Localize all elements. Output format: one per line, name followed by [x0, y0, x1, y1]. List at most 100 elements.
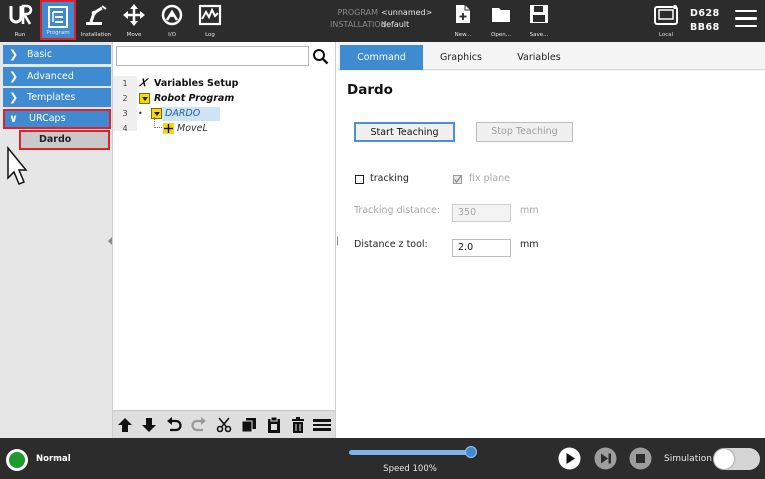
step-button: [594, 447, 617, 470]
tracking-label: tracking: [370, 173, 409, 184]
undo-icon[interactable]: [166, 417, 182, 433]
line-number: 4: [122, 124, 128, 133]
nav-log-button[interactable]: Log: [192, 0, 228, 40]
installation-icon: [86, 5, 107, 25]
local-control-button[interactable]: Local: [650, 4, 682, 40]
new-file-icon: [456, 5, 470, 23]
speed-slider[interactable]: [349, 450, 475, 455]
tracking-distance-label: Tracking distance:: [354, 205, 441, 216]
open-file-button[interactable]: Open...: [484, 0, 518, 40]
stop-button: [629, 447, 652, 470]
copy-icon[interactable]: [241, 417, 257, 433]
tree-node-label: DARDO: [165, 108, 201, 119]
suppress-icon[interactable]: [313, 417, 331, 433]
tree-search-input[interactable]: [116, 46, 309, 66]
nav-move-label: Move: [126, 32, 142, 38]
distance-z-label: Distance z tool:: [354, 239, 428, 250]
tree-row-variables-setup[interactable]: 1 𝑋 Variables Setup: [113, 76, 335, 91]
tree-connector: [154, 117, 162, 128]
line-number: 1: [122, 79, 128, 88]
category-templates[interactable]: ❯ Templates: [3, 88, 111, 107]
category-advanced[interactable]: ❯ Advanced: [3, 67, 111, 86]
nav-installation-button[interactable]: Installation: [78, 0, 114, 40]
tracking-checkbox[interactable]: [355, 175, 364, 184]
program-node-icon: [139, 93, 150, 104]
category-urcaps-label: URCaps: [29, 113, 66, 124]
robot-serials: D628 BB68: [690, 7, 720, 35]
category-templates-label: Templates: [27, 92, 76, 103]
distance-z-unit: mm: [520, 239, 539, 250]
local-label: Local: [658, 32, 674, 38]
serial-2: BB68: [690, 22, 720, 33]
cut-icon[interactable]: [216, 417, 232, 433]
paste-icon[interactable]: [266, 417, 282, 433]
fix-plane-label: fix plane: [469, 173, 510, 184]
chevron-down-icon: ∨: [9, 112, 18, 125]
nav-installation-label: Installation: [80, 32, 112, 38]
program-tree-panel: 1 𝑋 Variables Setup 2 Robot Program 3 • …: [112, 42, 336, 438]
urcap-item-dardo-label: Dardo: [39, 134, 72, 145]
tree-row-robot-program[interactable]: 2 Robot Program: [113, 91, 335, 106]
command-content: Dardo Start Teaching Stop Teaching track…: [338, 71, 765, 438]
tree-node-label: Variables Setup: [154, 78, 239, 89]
category-basic[interactable]: ❯ Basic: [3, 45, 111, 64]
tree-node-label: Robot Program: [154, 93, 235, 104]
delete-icon[interactable]: [290, 417, 306, 433]
nav-run-label: Run: [14, 32, 26, 38]
new-file-button[interactable]: New...: [446, 0, 480, 40]
installation-key: INSTALLATION: [330, 20, 387, 29]
checkmark-icon: [453, 175, 462, 184]
simulation-toggle[interactable]: [713, 448, 760, 470]
play-button[interactable]: [558, 447, 581, 470]
line-number: 2: [122, 94, 128, 103]
installation-name: default: [381, 20, 410, 29]
tree-toolbar: [113, 410, 335, 438]
nav-program-button[interactable]: Program: [40, 0, 76, 40]
variables-icon: 𝑋: [139, 78, 147, 89]
tab-variables[interactable]: Variables: [502, 45, 576, 70]
tree-row-dardo[interactable]: 3 • DARDO: [113, 106, 335, 121]
simulation-label: Simulation: [664, 454, 712, 464]
move-up-icon[interactable]: [117, 417, 133, 433]
bottom-bar: Normal Speed 100% Simulation: [0, 438, 765, 479]
hamburger-menu-icon[interactable]: [735, 10, 757, 30]
nav-program-label: Program: [46, 30, 70, 36]
start-teaching-button[interactable]: Start Teaching: [354, 122, 455, 142]
line-number: 3: [122, 109, 128, 118]
ur-logo-icon: [9, 4, 33, 25]
robot-status-label: Normal: [36, 454, 71, 464]
tree-node-label: MoveL: [177, 123, 208, 134]
tab-command[interactable]: Command: [340, 45, 423, 70]
tracking-distance-field: 350: [452, 204, 511, 222]
mouse-pointer-icon: [7, 146, 28, 185]
log-icon: [198, 4, 222, 26]
speed-slider-handle[interactable]: [465, 446, 477, 458]
nav-move-button[interactable]: Move: [116, 0, 152, 40]
chevron-right-icon: ❯: [9, 48, 19, 61]
new-file-label: New...: [454, 32, 472, 38]
top-bar: Run Program Installation Move I/O Log PR…: [0, 0, 765, 42]
node-title: Dardo: [347, 82, 393, 98]
chevron-right-icon: ❯: [9, 70, 19, 83]
breakpoint-marker-icon: •: [138, 109, 143, 118]
distance-z-field[interactable]: 2.0: [452, 239, 511, 257]
category-urcaps[interactable]: ∨ URCaps: [3, 109, 111, 129]
stop-teaching-button: Stop Teaching: [476, 122, 573, 142]
robot-status-icon[interactable]: [6, 449, 28, 471]
tree-row-movel[interactable]: 4 MoveL: [113, 117, 335, 136]
nav-io-button[interactable]: I/O: [154, 0, 190, 40]
search-icon[interactable]: [312, 48, 329, 65]
program-name: <unnamed>: [381, 8, 433, 17]
save-file-button[interactable]: Save...: [522, 0, 556, 40]
nav-io-label: I/O: [168, 32, 176, 38]
move-icon: [123, 4, 145, 26]
node-settings-panel: Command Graphics Variables Dardo Start T…: [338, 42, 765, 438]
speed-label: Speed 100%: [383, 464, 437, 474]
simulation-toggle-knob: [714, 449, 734, 469]
serial-1: D628: [690, 8, 720, 19]
nav-run-button[interactable]: Run: [2, 0, 38, 40]
move-down-icon[interactable]: [141, 417, 157, 433]
open-file-label: Open...: [491, 32, 511, 38]
tab-graphics[interactable]: Graphics: [426, 45, 496, 70]
tracking-distance-unit: mm: [520, 205, 539, 216]
